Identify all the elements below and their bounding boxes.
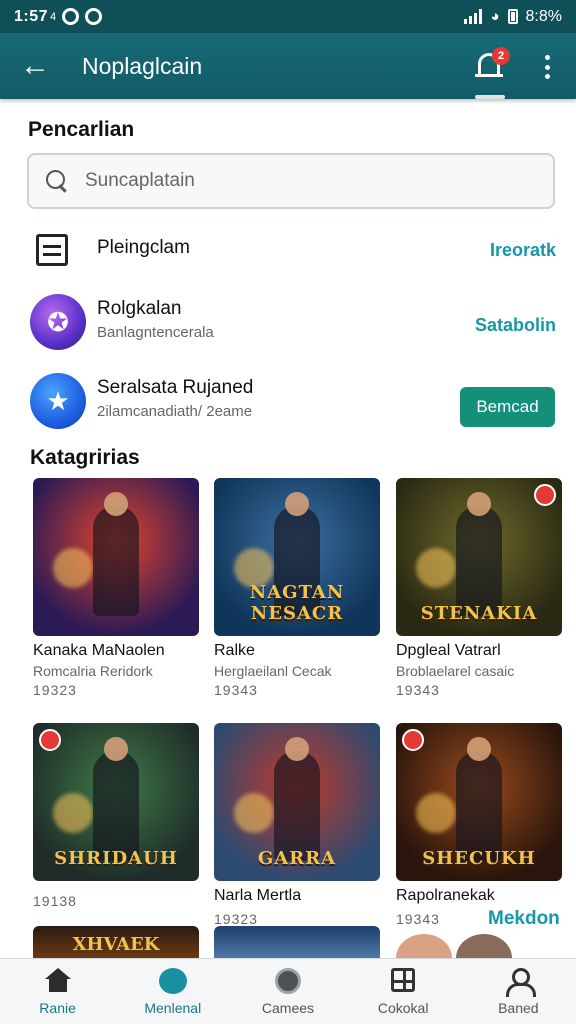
disc-icon	[274, 968, 301, 994]
category-card[interactable]: SHRIDAUH 19138	[33, 723, 199, 909]
category-card-count: 19343	[396, 682, 440, 698]
back-arrow-icon[interactable]: ←	[0, 33, 70, 99]
list-item[interactable]: ★ Seralsata Rujaned 2ilamcanadiath/ 2eam…	[0, 372, 576, 430]
signal-icon	[464, 9, 483, 24]
category-card[interactable]: GARRA Narla Mertla 19323	[214, 723, 380, 927]
art-glow	[416, 793, 456, 833]
category-card-count: 19138	[33, 893, 77, 909]
hot-badge-icon	[402, 729, 424, 751]
star-app-icon: ★	[30, 373, 86, 429]
status-time-suffix: 4	[50, 10, 57, 23]
battery-icon	[507, 9, 518, 24]
category-card[interactable]: NAGTAN NESACR Ralke Herglaeilanl Cecak 1934…	[214, 478, 380, 698]
search-section-title: Pencarlian	[28, 118, 135, 141]
category-card-count: 19323	[33, 682, 77, 698]
category-card-title: Rapolranekak	[396, 887, 495, 904]
category-card-title: Kanaka MaNaolen	[33, 642, 165, 659]
wifi-icon: ◕	[490, 8, 500, 25]
nav-messages[interactable]: Menlenal	[115, 959, 230, 1024]
card-art-title: GARRA	[257, 848, 337, 869]
list-item-name: Seralsata Rujaned	[97, 377, 254, 398]
bottom-navigation: Ranie Menlenal Camees Cokokal Baned	[0, 958, 576, 1024]
category-thumbnail: NAGTAN NESACR	[214, 478, 380, 636]
art-glow	[234, 793, 274, 833]
category-thumbnail: SHRIDAUH	[33, 723, 199, 881]
list-item-subtitle: 2ilamcanadiath/ 2eame	[97, 403, 253, 420]
category-card-subtitle: Romcalria Reridork	[33, 663, 153, 679]
category-card-title: Dpgleal Vatrarl	[396, 642, 501, 659]
character-figure	[274, 737, 320, 862]
hot-badge-icon	[534, 484, 556, 506]
more-options-icon[interactable]	[535, 53, 559, 81]
hot-badge-icon	[39, 729, 61, 751]
nav-games[interactable]: Camees	[230, 959, 345, 1024]
search-box[interactable]	[27, 153, 555, 209]
category-card[interactable]: STENAKIA Dpgleal Vatrarl Broblaelarel casa…	[396, 478, 562, 698]
nav-label: Menlenal	[144, 1000, 202, 1016]
nav-label: Ranie	[39, 1000, 76, 1016]
partial-card[interactable]: XHVAEK	[33, 926, 199, 958]
app-bar-title: Noplaglcain	[82, 52, 203, 79]
categories-title: Katagririas	[30, 446, 140, 469]
chat-bubble-icon	[158, 968, 187, 994]
battery-level: 8:8%	[525, 7, 562, 25]
category-card-title: Narla Mertla	[214, 887, 302, 904]
list-item-name: Pleingclam	[97, 237, 190, 258]
list-item-action[interactable]: Ireoratk	[490, 240, 556, 261]
category-card-subtitle: Herglaeilanl Cecak	[214, 663, 332, 679]
category-card[interactable]: SHECUKH Rapolranekak 19343	[396, 723, 562, 927]
art-glow	[416, 548, 456, 588]
category-thumbnail: SHECUKH	[396, 723, 562, 881]
category-card-subtitle: Broblaelarel casaic	[396, 663, 515, 679]
list-item-action[interactable]: Satabolin	[475, 315, 556, 336]
nav-profile[interactable]: Baned	[461, 959, 576, 1024]
category-card-count: 19323	[214, 911, 258, 927]
home-icon	[44, 968, 71, 992]
list-item-name: Rolgkalan	[97, 298, 182, 319]
search-icon	[45, 169, 69, 193]
grid-icon	[391, 968, 416, 992]
list-item-subtitle: Banlagntencerala	[97, 324, 214, 341]
partial-card[interactable]	[214, 926, 380, 958]
partial-card[interactable]	[396, 934, 516, 982]
character-figure	[456, 492, 502, 617]
category-thumbnail	[33, 478, 199, 636]
character-figure	[93, 737, 139, 862]
card-art-title: SHRIDAUH	[54, 848, 178, 869]
app-bar: ← Noplaglcain 2	[0, 33, 576, 99]
profile-icon	[505, 968, 537, 997]
list-icon	[36, 234, 68, 266]
character-figure	[456, 737, 502, 862]
sync-icon	[62, 8, 80, 25]
category-card-count: 19343	[214, 682, 258, 698]
status-time: 1:57	[14, 7, 49, 25]
card-art-title: STENAKIA	[420, 603, 538, 624]
more-link[interactable]: Mekdon	[488, 908, 560, 930]
art-glow	[53, 548, 93, 588]
art-glow	[53, 793, 93, 833]
category-thumbnail: STENAKIA	[396, 478, 562, 636]
card-art-title: NAGTAN NESACR	[249, 582, 345, 624]
category-card-title: Ralke	[214, 642, 255, 659]
notification-bell-icon[interactable]: 2	[472, 47, 510, 85]
purple-app-icon: ✪	[30, 294, 86, 350]
status-bar: 1:57 4 ◕ 8:8%	[0, 0, 576, 33]
list-item[interactable]: ✪ Rolgkalan Banlagntencerala Satabolin	[0, 293, 576, 351]
card-art-title: XHVAEK	[72, 934, 160, 955]
download-button[interactable]: Bemcad	[460, 387, 555, 427]
notification-badge: 2	[492, 47, 510, 65]
search-input[interactable]	[85, 170, 505, 192]
alert-icon	[85, 8, 103, 25]
nav-label: Cokokal	[377, 1000, 429, 1016]
category-card[interactable]: Kanaka MaNaolen Romcalria Reridork 19323	[33, 478, 199, 698]
nav-home[interactable]: Ranie	[0, 959, 115, 1024]
nav-label: Camees	[261, 1000, 315, 1016]
list-item[interactable]: Pleingclam Ireoratk	[0, 231, 576, 269]
bell-active-indicator	[475, 95, 505, 99]
character-figure	[93, 492, 139, 617]
card-art-title: SHECUKH	[422, 848, 536, 869]
nav-collection[interactable]: Cokokal	[346, 959, 461, 1024]
nav-label: Baned	[498, 1000, 539, 1016]
category-thumbnail: GARRA	[214, 723, 380, 881]
